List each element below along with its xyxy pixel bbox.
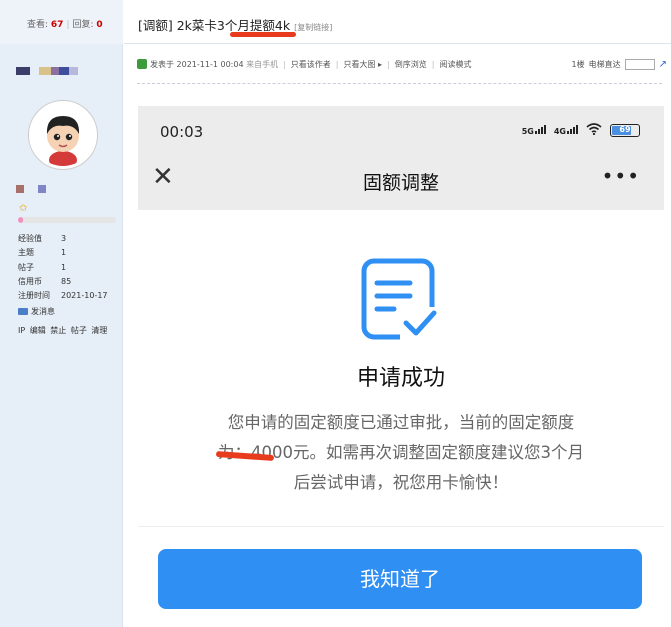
result-line-3: 后尝试申请，祝您用卡愉快！	[293, 473, 509, 492]
wifi-icon	[586, 123, 602, 138]
user-info-row: 注册时间 2021-10-17	[18, 289, 108, 303]
user-info-list: 经验值 3 主题 1 帖子 1 信用币 85 注册时间 2021-10-17	[18, 232, 108, 303]
user-info-row: 主题 1	[18, 246, 108, 260]
meta-divider	[137, 83, 662, 84]
level-progress-fill	[18, 217, 23, 223]
admin-link[interactable]: 清理	[91, 326, 107, 335]
battery-level: 69	[619, 125, 631, 134]
stats-separator: |	[66, 20, 70, 30]
document-check-icon	[361, 258, 440, 341]
meta-separator: |	[335, 60, 339, 69]
user-info-key: 经验值	[18, 234, 42, 243]
replies-label: 回复:	[72, 20, 94, 30]
user-info-value: 3	[61, 234, 67, 243]
nav-title: 固额调整	[362, 172, 439, 194]
user-info-key: 主题	[18, 248, 34, 258]
user-info-value: 1	[61, 262, 67, 272]
jump-label: 电梯直达	[588, 60, 621, 69]
meta-separator: |	[431, 60, 435, 69]
views-label: 查看:	[27, 20, 49, 30]
admin-link[interactable]: 编辑	[30, 326, 46, 335]
avatar[interactable]	[29, 101, 97, 169]
user-info-row: 信用币 85	[18, 275, 108, 289]
replies-count: 0	[96, 20, 103, 30]
read-mode-link[interactable]: 阅读模式	[439, 60, 471, 69]
button-divider	[138, 526, 664, 527]
net2-label: 4G	[553, 127, 566, 136]
user-info-key: 信用币	[18, 276, 42, 286]
user-info-value: 85	[61, 276, 72, 286]
thread-title-bar: [调额] 2k菜卡3个月提额4k [复制链接]	[124, 0, 671, 44]
posted-time: 发表于 2021-11-1 00:04	[150, 60, 244, 69]
caret-right-icon: ▸	[378, 60, 383, 69]
net1-label: 5G	[521, 127, 534, 136]
admin-link[interactable]: IP	[18, 326, 25, 335]
jump-arrow-icon[interactable]: ↗	[659, 59, 667, 70]
page: 查看: 67 | 回复: 0 ✩ 经验值 3 主题 1 帖子 1 信用币 85 …	[0, 0, 671, 627]
admin-link[interactable]: 帖子	[71, 326, 87, 335]
post-meta-bar: 发表于 2021-11-1 00:04 来自手机 | 只看该作者 | 只看大图 ▸ | 倒序…	[137, 59, 667, 77]
thread-title: [调额] 2k菜卡3个月提额4k	[138, 18, 291, 33]
big-image-link[interactable]: 只看大图	[344, 60, 376, 69]
user-sidebar: 查看: 67 | 回复: 0 ✩ 经验值 3 主题 1 帖子 1 信用币 85 …	[0, 0, 123, 627]
user-info-value: 1	[61, 248, 67, 258]
signal-5g-icon: 5G	[522, 125, 546, 136]
send-message-label: 发消息	[31, 307, 55, 316]
floor-number: 1楼	[571, 60, 585, 69]
battery-icon: 69	[610, 124, 640, 137]
copy-link-button[interactable]: [复制链接]	[294, 23, 332, 32]
only-author-link[interactable]: 只看该作者	[291, 60, 331, 69]
reverse-order-link[interactable]: 倒序浏览	[395, 60, 427, 69]
got-it-button[interactable]: 我知道了	[158, 549, 642, 609]
more-icon[interactable]: •••	[602, 164, 640, 188]
level-progress-bar	[18, 217, 116, 223]
admin-links: IP 编辑 禁止 帖子 清理	[18, 325, 109, 336]
signal-4g-icon: 4G	[554, 125, 578, 136]
user-info-row: 帖子 1	[18, 261, 108, 275]
user-info-value: 2021-10-17	[61, 291, 108, 301]
status-bar-icons: 5G 4G 69	[522, 123, 640, 138]
floor-jump: 1楼 电梯直达 ↗	[572, 59, 667, 70]
user-info-row: 经验值 3	[18, 232, 108, 246]
floor-jump-input[interactable]	[624, 59, 655, 70]
user-info-key: 注册时间	[18, 291, 50, 301]
send-message-link[interactable]: 发消息	[18, 306, 55, 317]
meta-separator: |	[387, 60, 390, 69]
phone-header: 00:03 5G 4G 69 ✕ 固额调整 •••	[138, 106, 664, 210]
user-info-key: 帖子	[18, 262, 34, 272]
success-heading: 申请成功	[356, 366, 445, 391]
admin-link[interactable]: 禁止	[50, 326, 66, 335]
highlight-stroke-title	[230, 32, 296, 37]
avatar-image	[32, 104, 94, 166]
meta-separator: |	[283, 60, 286, 69]
thread-stats: 查看: 67 | 回复: 0	[0, 0, 123, 44]
post-source: 来自手机	[246, 60, 279, 69]
status-time: 00:03	[160, 123, 204, 141]
online-user-icon	[137, 59, 147, 69]
phone-screenshot: 00:03 5G 4G 69 ✕ 固额调整 ••• 申请成功 您申请的固定额度已…	[138, 106, 664, 627]
result-line-1: 您申请的固定额度已通过审批，当前的固定额度	[227, 413, 575, 432]
level-star-icon: ✩	[19, 203, 28, 214]
envelope-icon	[18, 308, 28, 315]
views-count: 67	[50, 20, 64, 30]
